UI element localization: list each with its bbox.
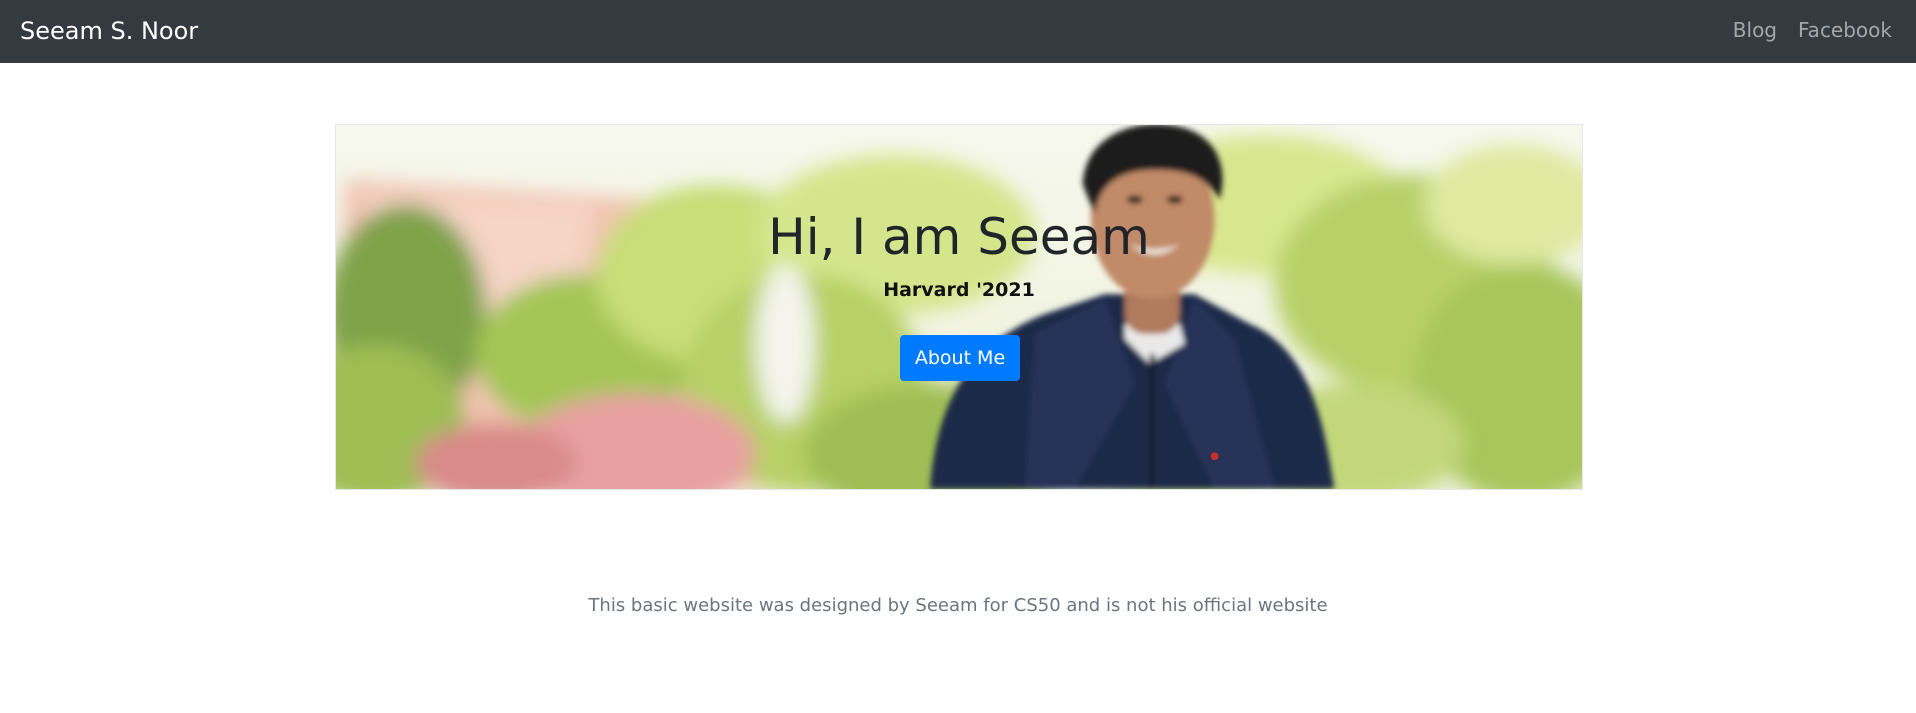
nav-links: Blog Facebook: [1733, 17, 1892, 43]
nav-link-blog[interactable]: Blog: [1733, 17, 1777, 43]
about-me-button[interactable]: About Me: [900, 335, 1020, 381]
brand-link[interactable]: Seeam S. Noor: [20, 16, 198, 46]
hero-subtitle: Harvard '2021: [883, 279, 1035, 301]
footer-text: This basic website was designed by Seeam…: [588, 595, 1328, 616]
hero-title: Hi, I am Seeam: [768, 208, 1150, 266]
hero-content: Hi, I am Seeam Harvard '2021 About Me: [336, 125, 1582, 489]
top-navbar: Seeam S. Noor Blog Facebook: [0, 0, 1916, 63]
nav-link-facebook[interactable]: Facebook: [1798, 17, 1892, 43]
hero-banner: Hi, I am Seeam Harvard '2021 About Me: [335, 124, 1583, 490]
